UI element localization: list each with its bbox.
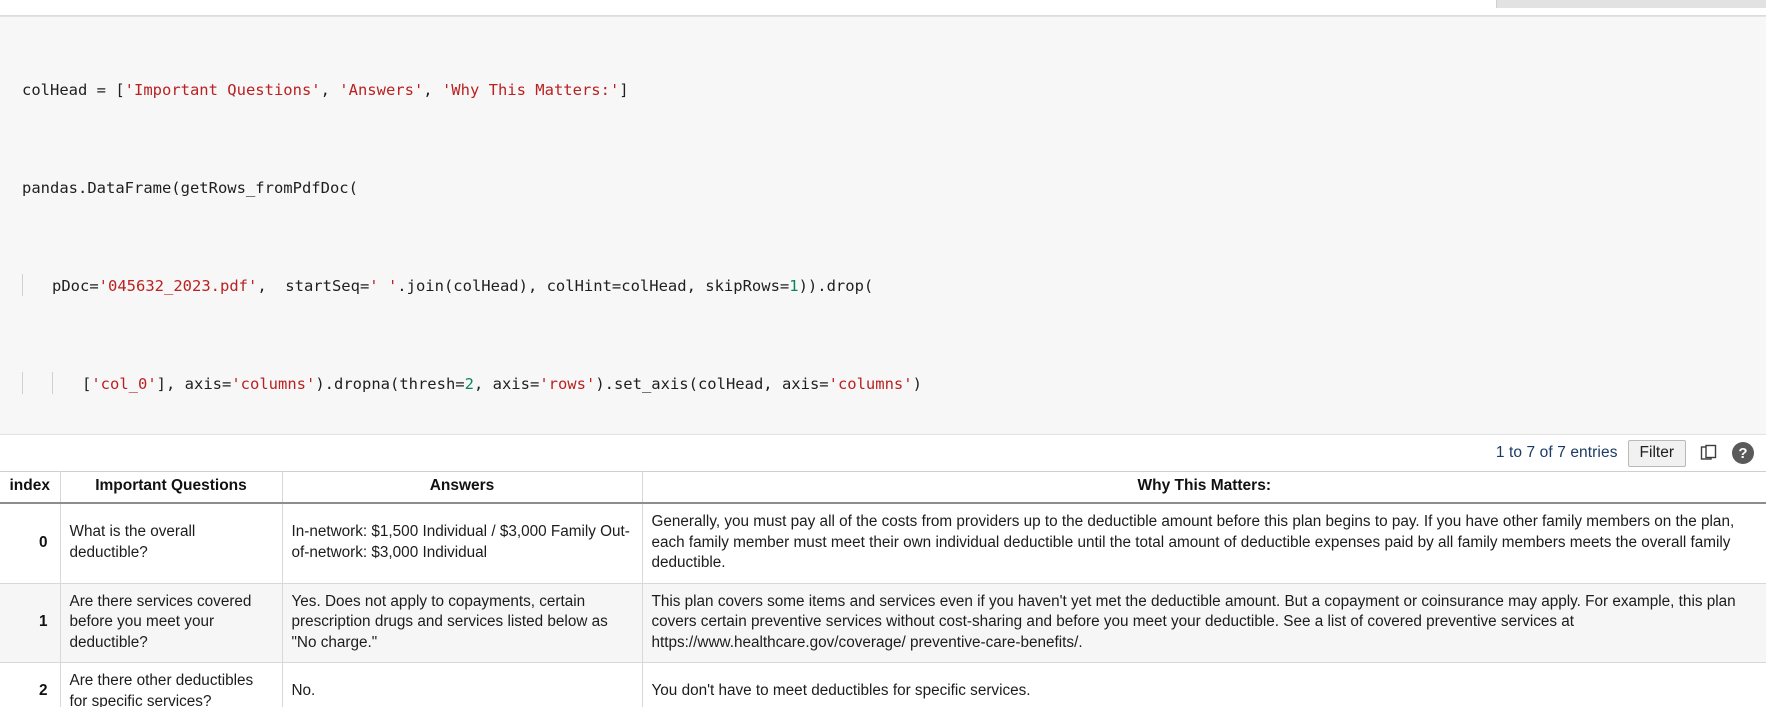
code-token: , startSeq=: [257, 277, 370, 295]
column-header-why-this-matters[interactable]: Why This Matters:: [642, 471, 1766, 504]
cell-question: Are there services covered before you me…: [60, 583, 283, 663]
code-token: .join(colHead), colHint=colHead, skipRow…: [397, 277, 790, 295]
entries-count-label: 1 to 7 of 7 entries: [1495, 444, 1618, 461]
code-string: 'rows': [539, 375, 596, 393]
code-token: ], axis=: [156, 375, 232, 393]
code-string: 'columns': [231, 375, 316, 393]
code-line-3: pDoc='045632_2023.pdf', startSeq=' '.joi…: [0, 274, 1766, 299]
window-chrome-strip: [0, 0, 1766, 16]
copy-icon[interactable]: [1696, 440, 1722, 466]
code-token: ).set_axis(colHead, axis=: [595, 375, 829, 393]
cell-index: 2: [0, 662, 61, 707]
cell-question: Are there other deductibles for specific…: [60, 662, 283, 707]
code-string: ' ': [369, 277, 398, 295]
indent-guide: [22, 372, 52, 394]
code-token: ,: [320, 81, 340, 99]
cell-index: 1: [0, 583, 61, 663]
code-string: 'Answers': [339, 81, 424, 99]
cell-why: This plan covers some items and services…: [642, 583, 1766, 663]
cell-answer: In-network: $1,500 Individual / $3,000 F…: [282, 503, 643, 584]
code-string: '045632_2023.pdf': [98, 277, 258, 295]
column-header-index[interactable]: index: [0, 471, 61, 504]
code-line-4: ['col_0'], axis='columns').dropna(thresh…: [0, 372, 1766, 397]
code-cell[interactable]: colHead = ['Important Questions', 'Answe…: [0, 16, 1766, 435]
code-token: pDoc=: [52, 277, 99, 295]
code-string: 'columns': [828, 375, 913, 393]
code-token: ]: [619, 81, 629, 99]
table-head: index Important Questions Answers Why Th…: [0, 471, 1766, 504]
code-number: 2: [464, 375, 474, 393]
code-line-1: colHead = ['Important Questions', 'Answe…: [0, 78, 1766, 103]
code-number: 1: [789, 277, 799, 295]
browser-tab-sliver: [1496, 0, 1766, 8]
filter-button[interactable]: Filter: [1627, 439, 1686, 467]
code-string: 'Why This Matters:': [441, 81, 620, 99]
table-header-row: index Important Questions Answers Why Th…: [0, 471, 1766, 504]
code-token: ): [912, 375, 922, 393]
code-token: pandas.DataFrame(getRows_fromPdfDoc(: [22, 179, 358, 197]
dataframe-table: index Important Questions Answers Why Th…: [0, 471, 1766, 707]
cell-question: What is the overall deductible?: [60, 503, 283, 584]
help-icon[interactable]: ?: [1732, 442, 1754, 464]
cell-answer: No.: [282, 662, 643, 707]
code-token: colHead = [: [22, 81, 125, 99]
table-row[interactable]: 2 Are there other deductibles for specif…: [0, 662, 1766, 707]
table-toolbar: 1 to 7 of 7 entries Filter ?: [0, 435, 1766, 471]
column-header-answers[interactable]: Answers: [282, 471, 643, 504]
code-token: [: [82, 375, 92, 393]
code-line-2: pandas.DataFrame(getRows_fromPdfDoc(: [0, 176, 1766, 201]
code-token: , axis=: [473, 375, 540, 393]
code-token: ).dropna(thresh=: [315, 375, 465, 393]
indent-guide: [22, 274, 52, 296]
table-row[interactable]: 1 Are there services covered before you …: [0, 583, 1766, 663]
code-token: ,: [423, 81, 442, 99]
code-token: )).drop(: [798, 277, 874, 295]
cell-answer: Yes. Does not apply to copayments, certa…: [282, 583, 643, 663]
cell-why: Generally, you must pay all of the costs…: [642, 503, 1766, 584]
column-header-important-questions[interactable]: Important Questions: [60, 471, 283, 504]
code-string: 'col_0': [91, 375, 157, 393]
cell-index: 0: [0, 503, 61, 584]
table-body: 0 What is the overall deductible? In-net…: [0, 503, 1766, 707]
cell-why: You don't have to meet deductibles for s…: [642, 662, 1766, 707]
table-row[interactable]: 0 What is the overall deductible? In-net…: [0, 503, 1766, 584]
code-string: 'Important Questions': [124, 81, 321, 99]
dataframe-table-container: index Important Questions Answers Why Th…: [0, 471, 1766, 707]
indent-guide: [52, 372, 82, 394]
